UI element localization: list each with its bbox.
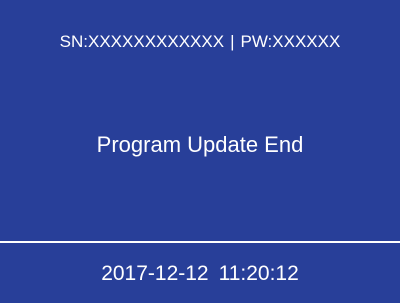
- divider: [0, 241, 400, 243]
- password: PW:XXXXXX: [240, 32, 341, 51]
- date-display: 2017-12-12: [101, 262, 209, 285]
- device-screen: SN:XXXXXXXXXXXX | PW:XXXXXX Program Upda…: [0, 0, 400, 303]
- datetime-bar: 2017-12-12 11:20:12: [0, 262, 400, 286]
- serial-number: SN:XXXXXXXXXXXX: [59, 32, 225, 51]
- status-message: Program Update End: [96, 132, 304, 157]
- time-display: 11:20:12: [218, 262, 299, 285]
- credentials-bar: SN:XXXXXXXXXXXX | PW:XXXXXX: [0, 0, 400, 88]
- header-separator: |: [230, 32, 235, 51]
